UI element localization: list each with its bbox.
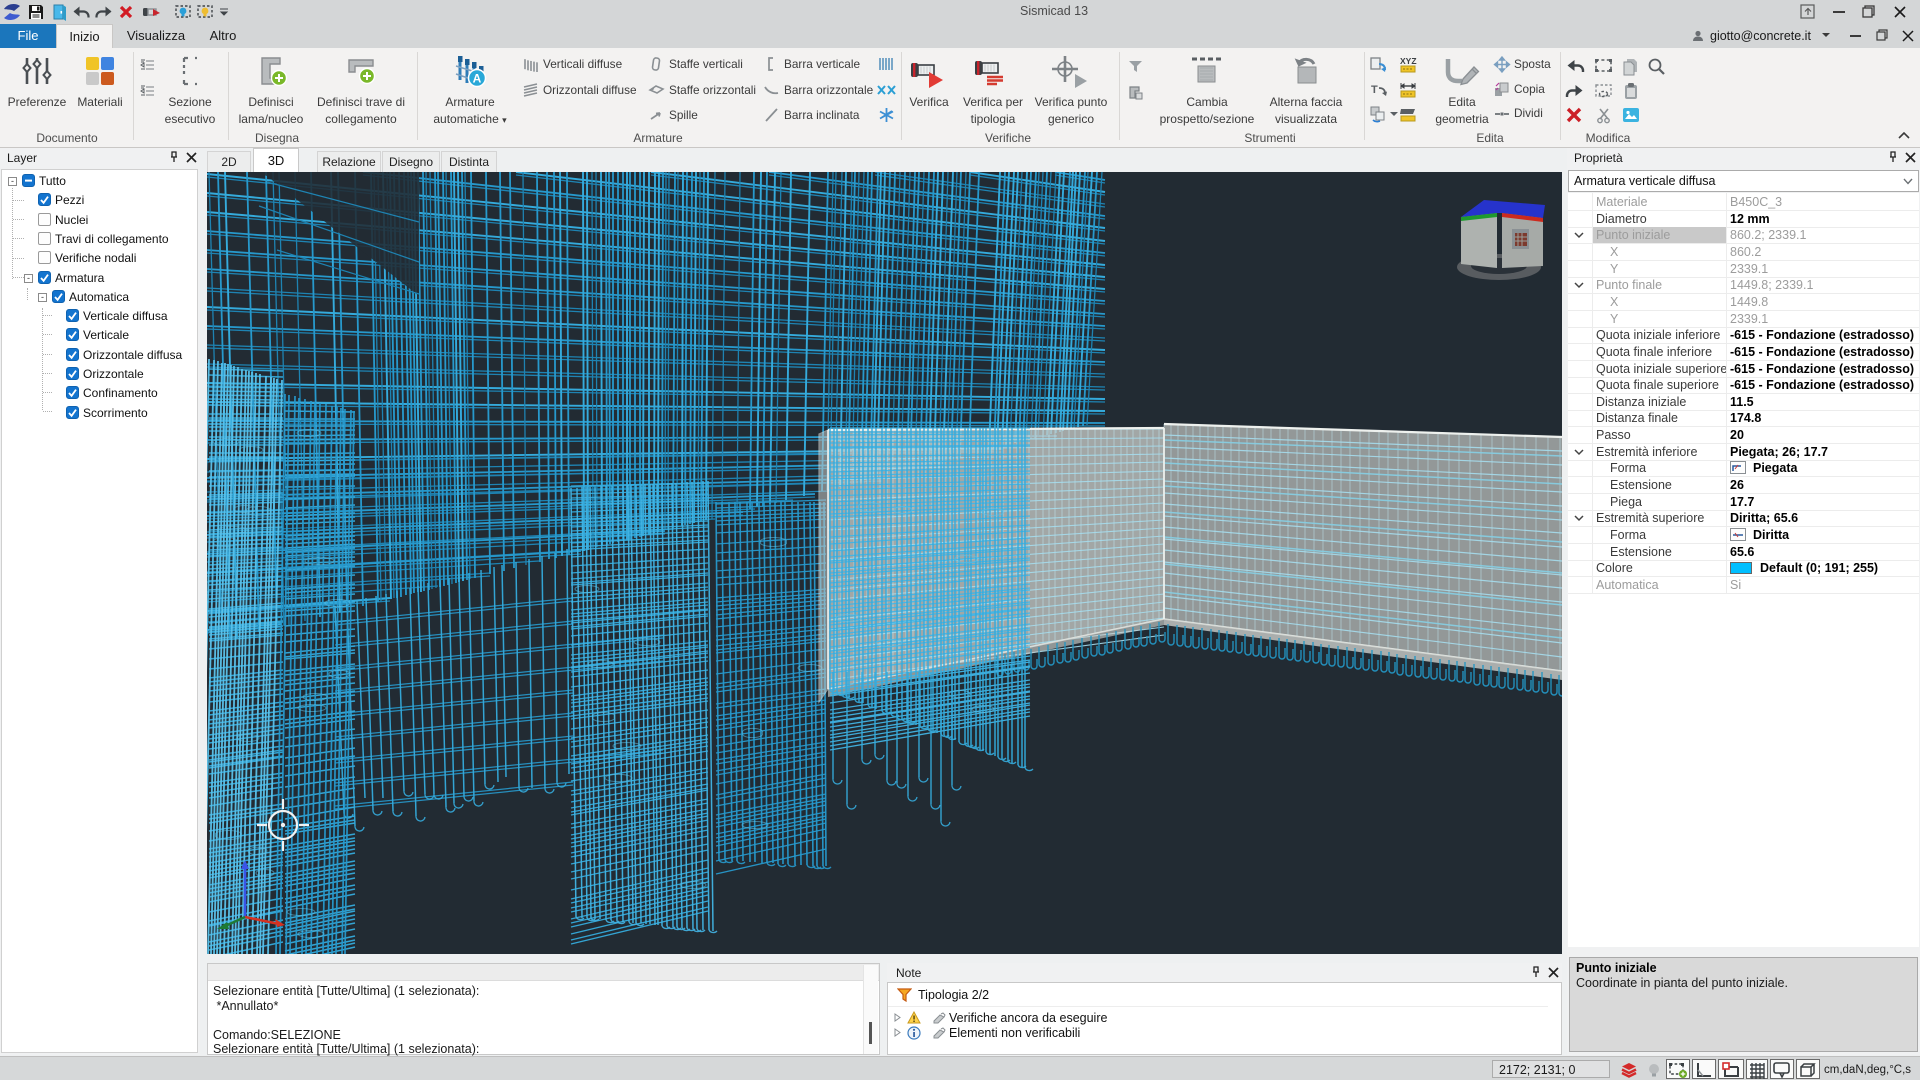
svg-text:A: A <box>473 72 482 86</box>
svg-text:XYZ: XYZ <box>1400 56 1417 66</box>
svg-text:T: T <box>1371 84 1378 96</box>
